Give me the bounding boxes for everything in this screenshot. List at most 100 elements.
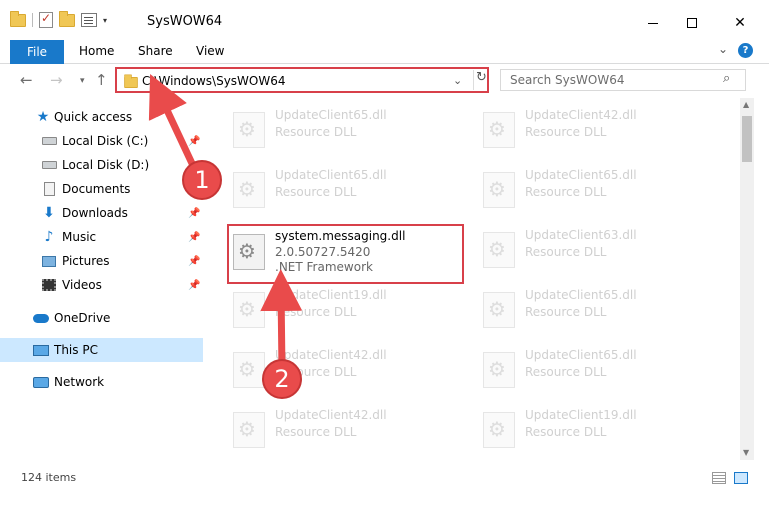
scroll-thumb[interactable]	[742, 116, 752, 162]
sidebar-item-local-disk-d[interactable]: Local Disk (D:)	[0, 153, 203, 177]
properties-check-icon[interactable]	[39, 11, 53, 28]
minimize-icon	[648, 22, 658, 24]
pin-icon[interactable]: 📌	[188, 208, 200, 219]
close-icon: ✕	[734, 15, 746, 31]
quick-access-toolbar: ▾	[10, 10, 107, 28]
sidebar-item-this-pc[interactable]: This PC	[0, 338, 203, 362]
dll-file-icon	[483, 412, 515, 448]
large-icons-view-icon[interactable]	[734, 472, 748, 484]
file-type: Resource DLL	[275, 425, 357, 439]
file-item[interactable]: UpdateClient65.dll Resource DLL	[479, 164, 709, 212]
help-icon[interactable]: ?	[738, 43, 753, 58]
pin-icon[interactable]: 📌	[188, 256, 200, 267]
tab-home[interactable]: Home	[79, 44, 114, 58]
disk-icon	[41, 158, 57, 172]
file-name: UpdateClient63.dll	[525, 228, 637, 242]
dll-file-icon	[233, 412, 265, 448]
expand-ribbon-chevron-icon[interactable]: ⌄	[718, 42, 728, 56]
folder-icon	[10, 10, 26, 27]
forward-arrow-icon[interactable]: →	[50, 71, 63, 89]
downloads-icon: ⬇	[43, 205, 55, 221]
sidebar-item-label: Documents	[62, 182, 131, 196]
file-item[interactable]: UpdateClient63.dll Resource DLL	[479, 224, 709, 272]
file-item-highlighted[interactable]: system.messaging.dll 2.0.50727.5420 .NET…	[227, 224, 464, 284]
file-type: Resource DLL	[525, 365, 607, 379]
file-item[interactable]: UpdateClient65.dll Resource DLL	[479, 284, 709, 332]
refresh-icon[interactable]: ↻	[473, 70, 487, 90]
file-name: UpdateClient42.dll	[525, 108, 637, 122]
file-item[interactable]: UpdateClient65.dll Resource DLL	[229, 104, 459, 152]
details-view-icon[interactable]	[712, 472, 726, 484]
file-item[interactable]: UpdateClient19.dll Resource DLL	[479, 404, 709, 452]
sidebar-item-label: Local Disk (C:)	[62, 134, 149, 148]
sidebar-item-onedrive[interactable]: OneDrive	[0, 306, 203, 330]
sidebar-item-label: Local Disk (D:)	[62, 158, 150, 172]
network-icon	[33, 375, 49, 389]
file-list: UpdateClient65.dll Resource DLL UpdateCl…	[203, 98, 740, 460]
sidebar-item-label: Quick access	[54, 110, 133, 124]
status-bar: 124 items	[0, 460, 769, 505]
file-type: Resource DLL	[525, 185, 607, 199]
sidebar-item-label: Music	[62, 230, 97, 244]
back-arrow-icon[interactable]: ←	[20, 71, 33, 89]
sidebar-item-label: Pictures	[62, 254, 110, 268]
customize-toolbar-icon[interactable]: ▾	[103, 16, 107, 25]
sidebar-item-music[interactable]: ♪ Music 📌	[0, 225, 203, 249]
vertical-scrollbar[interactable]: ▲ ▼	[740, 98, 754, 460]
file-item[interactable]: UpdateClient65.dll Resource DLL	[479, 344, 709, 392]
sidebar-item-network[interactable]: Network	[0, 370, 203, 394]
sidebar-item-quick-access[interactable]: ★ Quick access	[0, 105, 203, 129]
file-type: Resource DLL	[525, 245, 607, 259]
sidebar-item-label: This PC	[54, 343, 98, 357]
dll-file-icon	[233, 352, 265, 388]
file-version: 2.0.50727.5420	[275, 245, 371, 259]
file-name: UpdateClient65.dll	[525, 168, 637, 182]
sidebar-item-downloads[interactable]: ⬇ Downloads 📌	[0, 201, 203, 225]
file-name: UpdateClient65.dll	[525, 348, 637, 362]
sidebar-item-videos[interactable]: Videos 📌	[0, 273, 203, 297]
address-bar[interactable]: C:\Windows\SysWOW64 ⌄ ↻	[115, 67, 489, 93]
title-bar: ▾ SysWOW64 ✕	[0, 0, 769, 44]
window-title: SysWOW64	[147, 14, 223, 29]
pin-icon[interactable]: 📌	[188, 280, 200, 291]
sidebar-item-documents[interactable]: Documents 📌	[0, 177, 203, 201]
recent-locations-chevron-icon[interactable]: ▾	[80, 76, 85, 86]
pictures-icon	[41, 254, 57, 268]
file-item[interactable]: UpdateClient19.dll Resource DLL	[229, 284, 459, 332]
properties-icon[interactable]	[81, 13, 97, 27]
search-input[interactable]: Search SysWOW64 ⌕	[500, 69, 746, 91]
separator	[32, 13, 33, 27]
up-arrow-icon[interactable]: ↑	[95, 71, 108, 89]
pin-icon[interactable]: 📌	[188, 136, 200, 147]
file-type: Resource DLL	[275, 125, 357, 139]
maximize-button[interactable]	[669, 8, 715, 38]
search-icon[interactable]: ⌕	[723, 71, 730, 86]
file-item[interactable]: UpdateClient65.dll Resource DLL	[229, 164, 459, 212]
this-pc-icon	[33, 343, 49, 357]
file-name: system.messaging.dll	[275, 229, 406, 243]
tab-file[interactable]: File	[10, 40, 64, 64]
close-button[interactable]: ✕	[717, 8, 763, 38]
scroll-up-icon[interactable]: ▲	[743, 100, 749, 109]
dll-file-icon	[233, 112, 265, 148]
file-item[interactable]: UpdateClient42.dll Resource DLL	[479, 104, 709, 152]
tab-view[interactable]: View	[196, 44, 224, 58]
new-folder-icon[interactable]	[59, 10, 75, 27]
navigation-bar: ← → ▾ ↑ C:\Windows\SysWOW64 ⌄ ↻ Search S…	[0, 64, 769, 98]
address-path[interactable]: C:\Windows\SysWOW64	[142, 74, 286, 88]
tab-share[interactable]: Share	[138, 44, 173, 58]
file-item[interactable]: UpdateClient42.dll Resource DLL	[229, 404, 459, 452]
item-count: 124 items	[21, 471, 77, 484]
sidebar-item-local-disk-c[interactable]: Local Disk (C:) 📌	[0, 129, 203, 153]
maximize-icon	[687, 18, 697, 28]
sidebar-item-label: Network	[54, 375, 105, 389]
file-name: UpdateClient65.dll	[275, 168, 387, 182]
file-type: Resource DLL	[275, 305, 357, 319]
pin-icon[interactable]: 📌	[188, 232, 200, 243]
sidebar-item-label: Videos	[62, 278, 102, 292]
file-name: UpdateClient19.dll	[275, 288, 387, 302]
sidebar-item-pictures[interactable]: Pictures 📌	[0, 249, 203, 273]
address-dropdown-chevron-icon[interactable]: ⌄	[453, 74, 462, 87]
scroll-down-icon[interactable]: ▼	[743, 448, 749, 457]
step-1-badge: 1	[182, 160, 222, 200]
